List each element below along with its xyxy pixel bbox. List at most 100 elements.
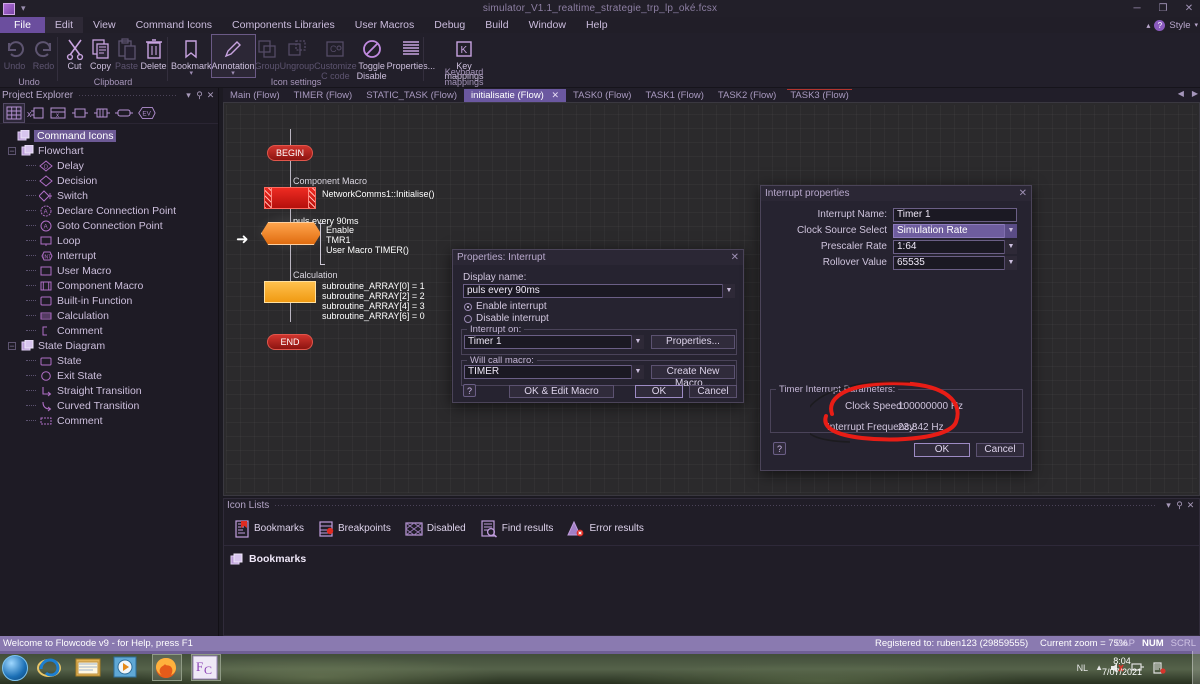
interrupt-on-combo[interactable]: Timer 1 ▼ bbox=[464, 335, 644, 349]
chevron-down-icon[interactable]: ▼ bbox=[1004, 240, 1017, 254]
tree-item-switch[interactable]: Switch bbox=[2, 188, 218, 203]
start-orb-icon[interactable] bbox=[2, 655, 28, 681]
icon-lists-tab-find-results[interactable]: Find results bbox=[480, 519, 553, 538]
panel-menu-icon[interactable]: ▾ bbox=[183, 90, 194, 101]
menu-item-view[interactable]: View bbox=[83, 17, 126, 33]
tab-task1[interactable]: TASK1 (Flow) bbox=[638, 89, 710, 102]
tab-close-icon[interactable]: ✕ bbox=[552, 90, 560, 100]
annotation-button[interactable]: Annotation ▾ bbox=[210, 34, 256, 78]
tree-item-decision[interactable]: Decision bbox=[2, 173, 218, 188]
chevron-down-icon[interactable]: ▼ bbox=[631, 335, 644, 349]
interrupt-on-value[interactable]: Timer 1 bbox=[464, 335, 644, 349]
clock-source-select-value[interactable]: Simulation Rate bbox=[893, 224, 1017, 238]
icon-lists-tab-error-results[interactable]: Error results bbox=[567, 520, 644, 538]
internet-explorer-icon[interactable] bbox=[36, 655, 62, 681]
tree-item-exit-state[interactable]: Exit State bbox=[2, 368, 218, 383]
tabs-prev-button[interactable]: ◀ bbox=[1178, 89, 1184, 98]
ungroup-button[interactable]: Ungroup bbox=[280, 35, 314, 71]
help-icon[interactable]: ? bbox=[773, 442, 786, 455]
tab-static-task[interactable]: STATIC_TASK (Flow) bbox=[359, 89, 464, 102]
tab-task2[interactable]: TASK2 (Flow) bbox=[711, 89, 783, 102]
tree-item-delay[interactable]: D Delay bbox=[2, 158, 218, 173]
tree-item-comment-state[interactable]: Comment bbox=[2, 413, 218, 428]
tree-item-user-macro[interactable]: User Macro bbox=[2, 263, 218, 278]
menu-item-file[interactable]: File bbox=[0, 17, 45, 33]
delete-button[interactable]: Delete bbox=[139, 35, 168, 71]
rollover-value-value[interactable]: 65535 bbox=[893, 256, 1017, 270]
array-icon[interactable] bbox=[92, 104, 112, 122]
undo-button[interactable]: Undo bbox=[0, 35, 29, 71]
ok-button[interactable]: OK bbox=[914, 443, 970, 457]
menu-item-build[interactable]: Build bbox=[475, 17, 518, 33]
enable-interrupt-radio[interactable]: Enable interrupt bbox=[464, 301, 547, 312]
tab-task3[interactable]: TASK3 (Flow) bbox=[783, 89, 855, 102]
flowchart-begin-node[interactable]: BEGIN bbox=[267, 145, 313, 161]
menu-item-user-macros[interactable]: User Macros bbox=[345, 17, 425, 33]
menu-item-command-icons[interactable]: Command Icons bbox=[126, 17, 222, 33]
dialog-close-icon[interactable]: ✕ bbox=[1019, 188, 1027, 199]
chevron-down-icon[interactable]: ▼ bbox=[722, 284, 735, 298]
action-center-icon[interactable] bbox=[1152, 661, 1166, 674]
toggle-disable-button[interactable]: Toggle Disable bbox=[357, 35, 387, 81]
tab-task0[interactable]: TASK0 (Flow) bbox=[566, 89, 638, 102]
panel-close-icon[interactable]: ✕ bbox=[205, 90, 216, 101]
tree-item-interrupt[interactable]: INT Interrupt bbox=[2, 248, 218, 263]
tree-item-calculation[interactable]: Calculation bbox=[2, 308, 218, 323]
event-icon[interactable]: EV bbox=[136, 104, 156, 122]
customize-c-code-button[interactable]: C Customize C code bbox=[314, 35, 357, 81]
tree-item-comment[interactable]: Comment bbox=[2, 323, 218, 338]
flowchart-end-node[interactable]: END bbox=[267, 334, 313, 350]
menu-item-components-libraries[interactable]: Components Libraries bbox=[222, 17, 345, 33]
interrupt-name-input[interactable]: Timer 1 bbox=[893, 208, 1017, 222]
properties-interrupt-dialog[interactable]: Properties: Interrupt ✕ Display name: pu… bbox=[452, 249, 744, 403]
grid-icon[interactable] bbox=[3, 102, 25, 123]
menu-item-edit[interactable]: Edit bbox=[44, 17, 84, 33]
prescaler-rate-value[interactable]: 1:64 bbox=[893, 240, 1017, 254]
paste-button[interactable]: Paste bbox=[114, 35, 139, 71]
tree-item-curved-transition[interactable]: Curved Transition bbox=[2, 398, 218, 413]
tab-main[interactable]: Main (Flow) bbox=[223, 89, 287, 102]
restore-button[interactable]: ❐ bbox=[1156, 3, 1170, 14]
tab-timer[interactable]: TIMER (Flow) bbox=[287, 89, 360, 102]
icon-lists-tab-breakpoints[interactable]: Breakpoints bbox=[318, 520, 391, 538]
style-button[interactable]: Style bbox=[1169, 20, 1190, 31]
will-call-macro-combo[interactable]: TIMER ▼ bbox=[464, 365, 644, 379]
show-desktop-button[interactable] bbox=[1192, 651, 1200, 684]
flowcode-icon[interactable]: FC bbox=[191, 654, 221, 681]
tree-item-component-macro[interactable]: Component Macro bbox=[2, 278, 218, 293]
tree-twisty-collapse[interactable]: − bbox=[8, 146, 16, 155]
tree-item-declare-connection-point[interactable]: A Declare Connection Point bbox=[2, 203, 218, 218]
tray-language-label[interactable]: NL bbox=[1077, 663, 1089, 673]
group-button[interactable]: Group bbox=[255, 35, 280, 71]
constant-icon[interactable] bbox=[114, 104, 134, 122]
variable-icon[interactable] bbox=[70, 104, 90, 122]
panel-pin-icon[interactable]: ⚲ bbox=[1174, 500, 1185, 511]
tree-item-goto-connection-point[interactable]: A Goto Connection Point bbox=[2, 218, 218, 233]
panel-close-icon[interactable]: ✕ bbox=[1185, 500, 1196, 511]
menu-item-debug[interactable]: Debug bbox=[424, 17, 475, 33]
help-icon[interactable]: ? bbox=[1154, 19, 1166, 31]
help-icon[interactable]: ? bbox=[463, 384, 476, 397]
disable-interrupt-radio[interactable]: Disable interrupt bbox=[464, 313, 549, 324]
clock-source-select-combo[interactable]: Simulation Rate ▼ bbox=[893, 224, 1017, 238]
flowchart-calculation-node[interactable] bbox=[264, 281, 316, 303]
macro-icon[interactable]: x bbox=[48, 104, 68, 122]
tree-item-straight-transition[interactable]: Straight Transition bbox=[2, 383, 218, 398]
redo-button[interactable]: Redo bbox=[29, 35, 58, 71]
display-name-input[interactable]: puls every 90ms bbox=[463, 284, 735, 298]
file-explorer-icon[interactable] bbox=[74, 655, 101, 681]
chevron-down-icon[interactable]: ▼ bbox=[1004, 224, 1017, 238]
close-button[interactable]: ✕ bbox=[1182, 3, 1196, 14]
cut-button[interactable]: Cut bbox=[62, 35, 87, 71]
ok-button[interactable]: OK bbox=[635, 385, 683, 398]
tree-item-state[interactable]: State bbox=[2, 353, 218, 368]
panel-menu-icon[interactable]: ▾ bbox=[1163, 500, 1174, 511]
prescaler-rate-combo[interactable]: 1:64 ▼ bbox=[893, 240, 1017, 254]
x-component-icon[interactable]: x bbox=[26, 104, 46, 122]
interrupt-properties-dialog[interactable]: Interrupt properties ✕ Interrupt Name: T… bbox=[760, 185, 1032, 471]
interrupt-properties-button[interactable]: Properties... bbox=[651, 335, 735, 349]
tree-twisty-collapse[interactable]: − bbox=[8, 341, 16, 350]
icon-lists-tab-bookmarks[interactable]: Bookmarks bbox=[234, 519, 304, 538]
menu-item-window[interactable]: Window bbox=[519, 17, 576, 33]
taskbar-clock[interactable]: 8:04 7/07/2021 bbox=[1102, 656, 1142, 678]
